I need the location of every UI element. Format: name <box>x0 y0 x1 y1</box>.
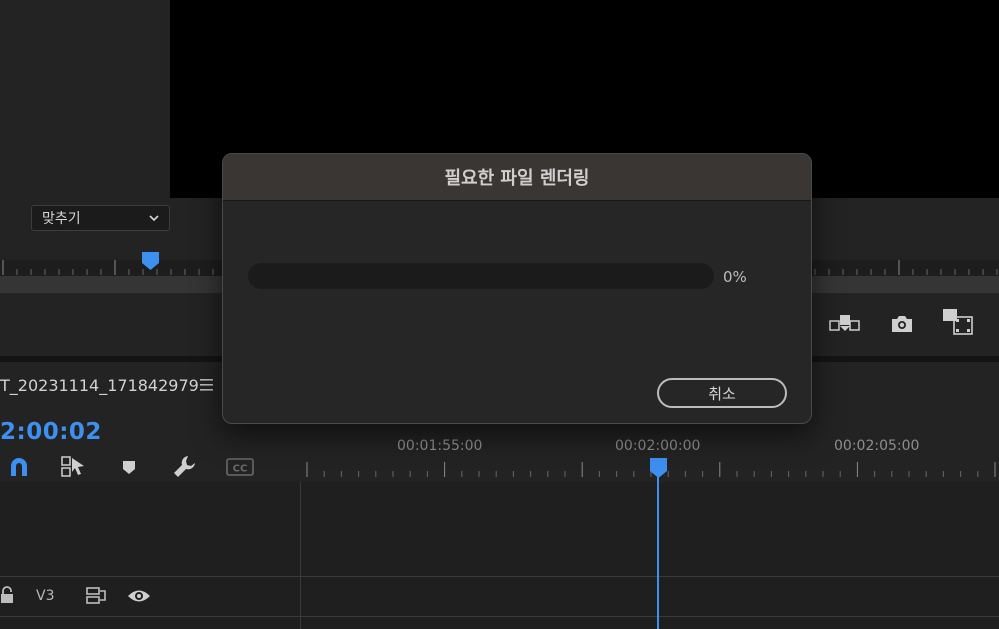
project-panel <box>0 0 170 198</box>
playhead-line <box>657 476 659 629</box>
timeline-playhead[interactable] <box>650 458 667 478</box>
track-divider <box>300 482 301 629</box>
sequence-tab-label[interactable]: T_20231114_171842979 <box>0 376 199 395</box>
zoom-fit-select[interactable]: 맞추기 <box>31 205 170 231</box>
monitor-playhead[interactable] <box>142 252 159 270</box>
track-separator <box>0 576 999 577</box>
render-dialog: 필요한 파일 렌더링 0% 취소 <box>222 153 812 424</box>
track-separator <box>0 616 999 617</box>
linked-selection-icon[interactable] <box>60 455 86 479</box>
captions-icon[interactable]: CC <box>226 458 254 476</box>
comparison-view-icon[interactable] <box>942 308 974 336</box>
sync-lock-icon[interactable] <box>85 586 107 606</box>
dialog-title: 필요한 파일 렌더링 <box>223 154 811 201</box>
chevron-down-icon <box>149 215 159 222</box>
svg-text:CC: CC <box>233 464 248 475</box>
track-content-area[interactable] <box>301 482 999 629</box>
eye-icon[interactable] <box>127 587 151 605</box>
add-marker-icon[interactable] <box>121 459 137 475</box>
overwrite-icon[interactable] <box>829 312 861 334</box>
camera-icon[interactable] <box>890 314 914 334</box>
snap-magnet-icon[interactable] <box>8 456 30 478</box>
hamburger-menu-icon[interactable] <box>199 378 215 392</box>
ruler-label: 00:02:00:00 <box>615 438 701 454</box>
track-headers <box>0 482 300 629</box>
render-progress-percent: 0% <box>723 268 747 286</box>
ruler-label: 00:02:05:00 <box>834 438 920 454</box>
playhead-timecode[interactable]: 2:00:02 <box>0 419 102 445</box>
track-label-v3[interactable]: V3 <box>36 588 54 604</box>
lock-track-icon[interactable] <box>0 586 14 604</box>
wrench-icon[interactable] <box>172 454 198 480</box>
ruler-label: 00:01:55:00 <box>397 438 483 454</box>
cancel-button[interactable]: 취소 <box>657 378 787 408</box>
render-progress-bar <box>248 263 714 289</box>
zoom-fit-value: 맞추기 <box>42 211 81 227</box>
